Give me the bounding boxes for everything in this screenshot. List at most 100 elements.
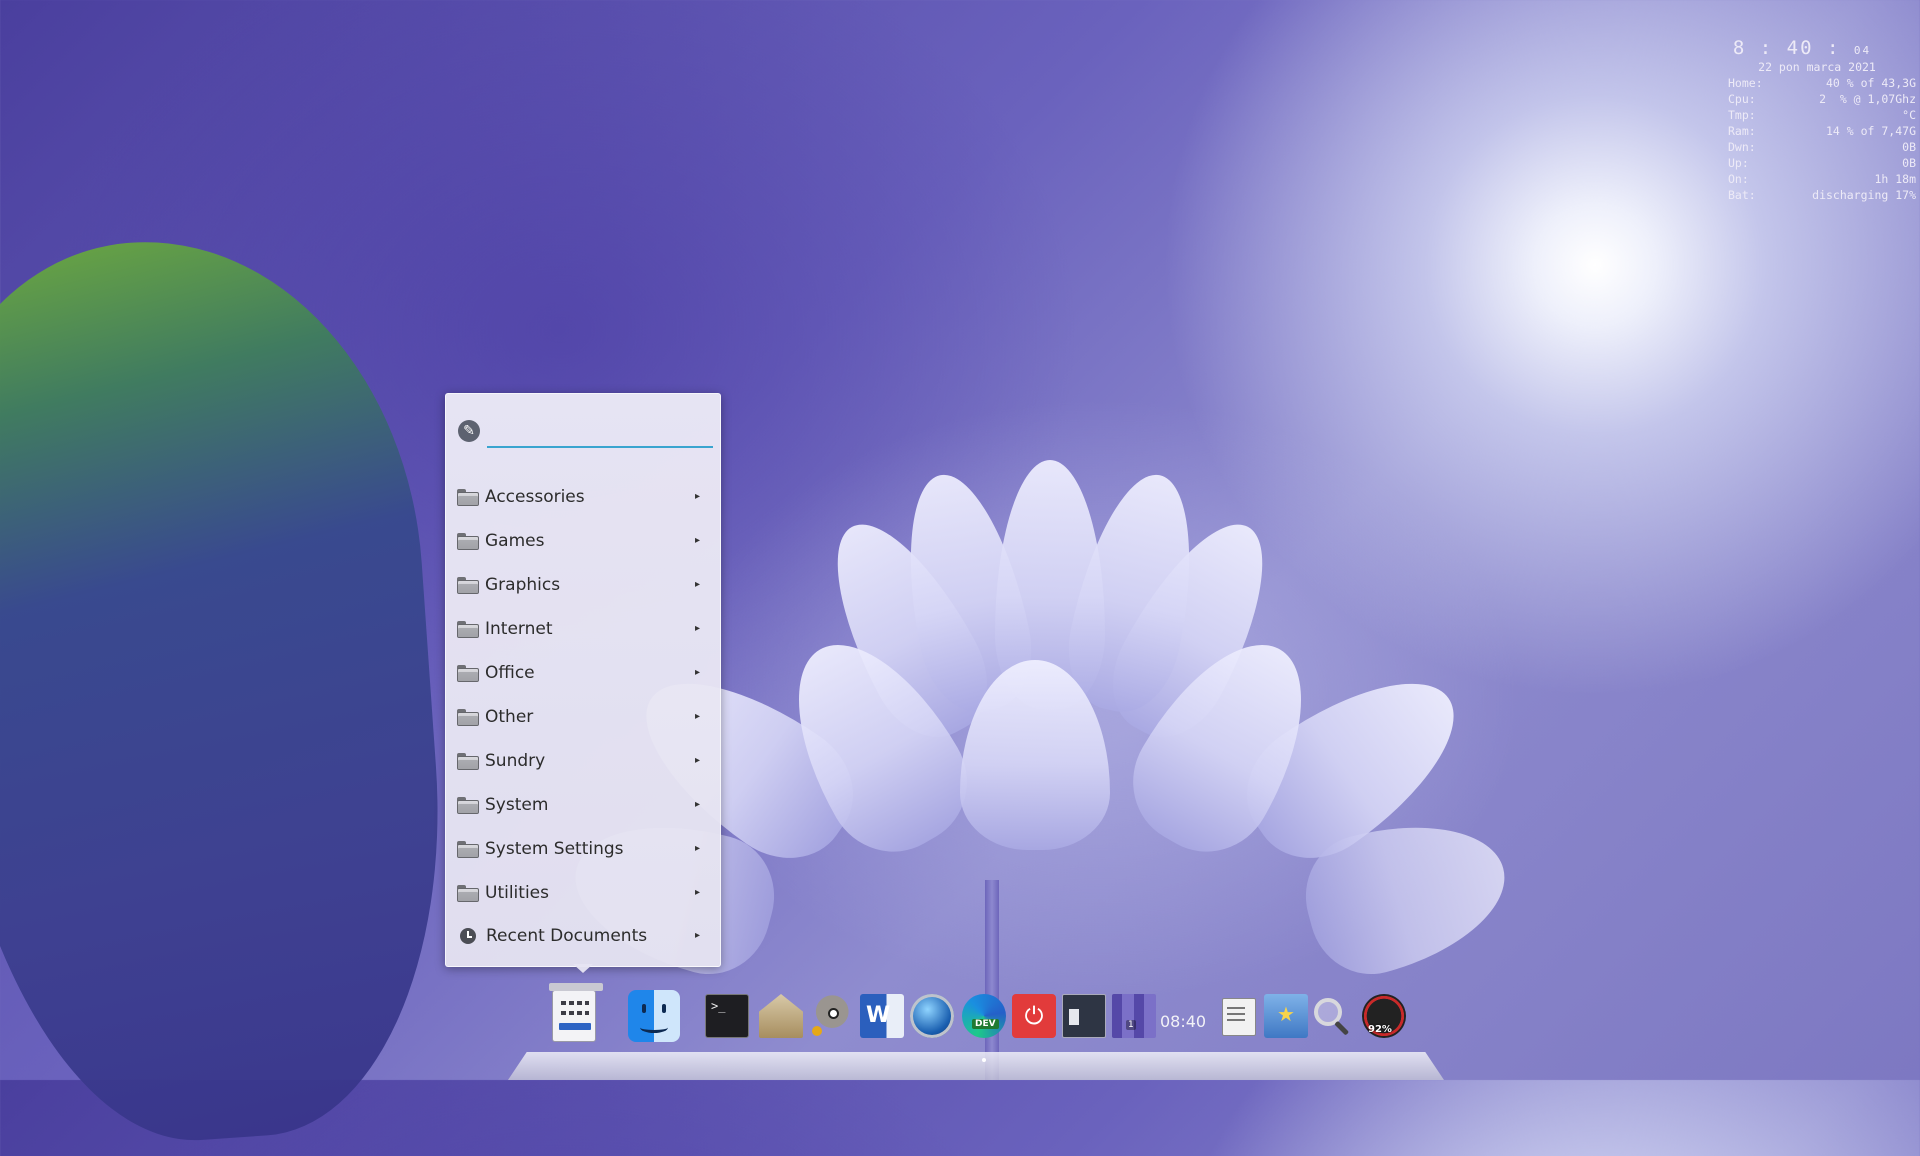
menu-recent-documents[interactable]: Recent Documents ▸ — [446, 914, 720, 958]
magnifier-icon — [1310, 994, 1354, 1038]
web-browser-icon — [910, 994, 954, 1038]
menu-item-label: System — [485, 795, 549, 815]
search-icon: ✎ — [458, 420, 480, 442]
clock-icon — [460, 928, 476, 944]
conky-row-value: °C — [1902, 108, 1916, 122]
dock: >_ W DEV ⏻ 1 08:40 ★ 92% — [548, 976, 1418, 1062]
dock-item-terminal[interactable]: >_ — [701, 990, 753, 1042]
conky-time: 8 : 40 : 04 — [1688, 37, 1916, 59]
conky-row-label: Dwn: — [1728, 140, 1756, 154]
bookmark-star-icon: ★ — [1264, 994, 1308, 1038]
conky-row-value: 2 % @ 1,07Ghz — [1819, 92, 1916, 106]
menu-category-list: Accessories ▸ Games ▸ Graphics ▸ Internet ▸ Offi… — [446, 475, 720, 915]
power-icon: ⏻ — [1012, 994, 1056, 1038]
folder-icon — [457, 708, 479, 726]
word-icon: W — [860, 994, 904, 1038]
menu-item-games[interactable]: Games ▸ — [446, 519, 720, 563]
dock-item-installer[interactable] — [755, 990, 807, 1042]
menu-item-office[interactable]: Office ▸ — [446, 651, 720, 695]
conky-row-value: 0B — [1902, 156, 1916, 170]
dev-badge: DEV — [972, 1019, 999, 1029]
folder-icon — [457, 532, 479, 550]
conky-row-label: Tmp: — [1728, 108, 1756, 122]
dock-item-gimp[interactable] — [804, 990, 856, 1042]
menu-item-other[interactable]: Other ▸ — [446, 695, 720, 739]
chevron-right-icon: ▸ — [694, 755, 700, 766]
menu-item-label: Office — [485, 663, 535, 683]
conky-row-value: 14 % of 7,47G — [1825, 124, 1916, 138]
menu-item-label: Sundry — [485, 751, 546, 771]
dock-item-finder[interactable] — [628, 990, 680, 1042]
conky-row: Bat: discharging 17% — [1728, 187, 1916, 203]
menu-item-system-settings[interactable]: System Settings ▸ — [446, 827, 720, 871]
menu-item-graphics[interactable]: Graphics ▸ — [446, 563, 720, 607]
dock-clock[interactable]: 08:40 — [1160, 1012, 1206, 1031]
folder-icon — [457, 664, 479, 682]
folder-icon — [457, 576, 479, 594]
menu-item-sundry[interactable]: Sundry ▸ — [446, 739, 720, 783]
conky-system-monitor: 8 : 40 : 04 22 pon marca 2021 Home: 40 % … — [1728, 39, 1916, 203]
terminal-icon: >_ — [705, 994, 749, 1038]
dock-item-bookmarks[interactable]: ★ — [1260, 990, 1312, 1042]
folder-icon — [457, 840, 479, 858]
dock-item-edge-dev[interactable]: DEV — [958, 990, 1010, 1062]
menu-item-accessories[interactable]: Accessories ▸ — [446, 475, 720, 519]
conky-row-label: Bat: — [1728, 188, 1756, 202]
running-indicator — [982, 1058, 986, 1062]
chevron-right-icon: ▸ — [694, 799, 700, 810]
menu-item-label: Utilities — [485, 883, 549, 903]
dock-item-window-manager[interactable] — [1058, 990, 1110, 1042]
conky-row: Dwn: 0B — [1728, 139, 1916, 155]
menu-item-internet[interactable]: Internet ▸ — [446, 607, 720, 651]
conky-row-label: Home: — [1728, 76, 1763, 90]
folder-icon — [457, 620, 479, 638]
conky-row-value: discharging 17% — [1812, 188, 1916, 202]
text-editor-icon — [1222, 998, 1256, 1036]
dock-item-workspace[interactable]: 1 — [1108, 990, 1160, 1042]
dock-item-word[interactable]: W — [856, 990, 908, 1042]
chevron-right-icon: ▸ — [694, 535, 700, 546]
conky-time-hm: 8 : 40 : — [1732, 37, 1841, 59]
dock-item-web-browser[interactable] — [906, 990, 958, 1042]
menu-item-label: Other — [485, 707, 534, 727]
dock-item-app-menu[interactable] — [548, 983, 603, 1042]
app-menu-icon — [549, 983, 603, 1042]
conky-stats: Home: 40 % of 43,3G Cpu: 2 % @ 1,07Ghz Tmp: °… — [1728, 75, 1916, 203]
chevron-right-icon: ▸ — [694, 579, 700, 590]
workspace-icon — [1112, 994, 1156, 1038]
workspace-number-badge: 1 — [1126, 1020, 1136, 1030]
conky-date: 22 pon marca 2021 — [1758, 60, 1876, 74]
dock-shelf — [508, 1052, 1444, 1080]
menu-item-label: Games — [485, 531, 545, 551]
conky-row: Ram: 14 % of 7,47G — [1728, 123, 1916, 139]
menu-search-row: ✎ — [458, 420, 713, 448]
dock-item-search[interactable] — [1306, 990, 1358, 1042]
conky-row-value: 40 % of 43,3G — [1825, 76, 1916, 90]
folder-icon — [457, 488, 479, 506]
dock-item-text-editor[interactable] — [1214, 990, 1266, 1042]
chevron-right-icon: ▸ — [694, 930, 700, 941]
chevron-right-icon: ▸ — [694, 887, 700, 898]
dock-item-battery-gauge[interactable]: 92% — [1358, 990, 1410, 1042]
conky-row: Home: 40 % of 43,3G — [1728, 75, 1916, 91]
menu-item-system[interactable]: System ▸ — [446, 783, 720, 827]
menu-item-label: Internet — [485, 619, 553, 639]
menu-item-utilities[interactable]: Utilities ▸ — [446, 871, 720, 915]
menu-search-input[interactable] — [487, 420, 713, 448]
dock-item-power[interactable]: ⏻ — [1008, 990, 1060, 1042]
wallpaper-leaf — [0, 224, 461, 1156]
gimp-icon — [808, 994, 852, 1038]
menu-item-label: System Settings — [485, 839, 624, 859]
chevron-right-icon: ▸ — [694, 711, 700, 722]
conky-row: On: 1h 18m — [1728, 171, 1916, 187]
conky-row-label: On: — [1728, 172, 1749, 186]
conky-row: Up: 0B — [1728, 155, 1916, 171]
window-icon — [1062, 994, 1106, 1038]
gauge-percent: 92% — [1368, 1024, 1392, 1035]
chevron-right-icon: ▸ — [694, 843, 700, 854]
chevron-right-icon: ▸ — [694, 623, 700, 634]
finder-icon — [628, 990, 680, 1042]
conky-row-label: Ram: — [1728, 124, 1756, 138]
menu-pointer-arrow — [573, 964, 593, 973]
menu-item-label: Recent Documents — [486, 926, 648, 946]
